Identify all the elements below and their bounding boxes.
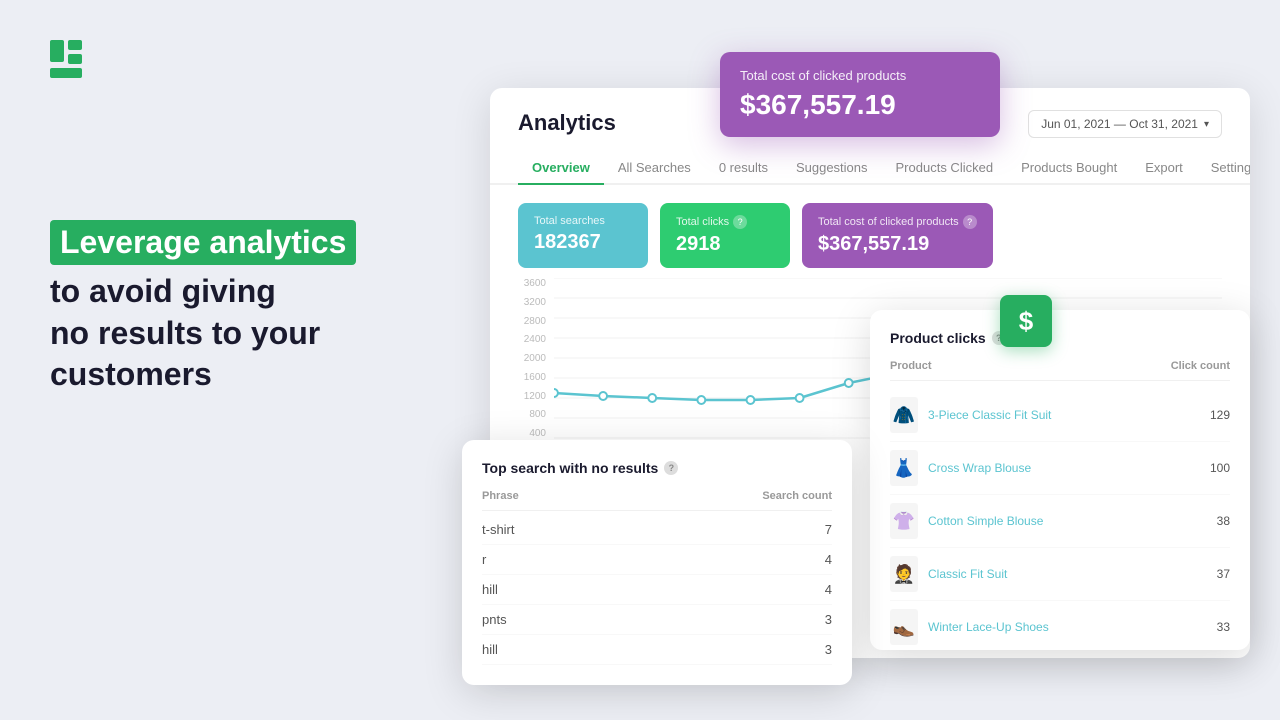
stat-value-clicks: 2918 xyxy=(676,233,774,256)
logo-block-4 xyxy=(50,68,82,78)
tab-products-clicked[interactable]: Products Clicked xyxy=(882,152,1008,185)
product-clicks-table-header: Product Click count xyxy=(890,360,1230,381)
product-count-2: 100 xyxy=(1210,461,1230,475)
tab-products-bought[interactable]: Products Bought xyxy=(1007,152,1131,185)
product-name-5[interactable]: Winter Lace-Up Shoes xyxy=(928,620,1207,634)
product-count-1: 129 xyxy=(1210,408,1230,422)
product-name-4[interactable]: Classic Fit Suit xyxy=(928,567,1207,581)
hero-section: Leverage analytics to avoid giving no re… xyxy=(50,220,430,396)
search-rows: t-shirt 7 r 4 hill 4 pnts 3 hill 3 xyxy=(482,515,832,665)
product-count-3: 38 xyxy=(1217,514,1230,528)
stat-value-searches: 182367 xyxy=(534,231,632,254)
product-img-3: 👚 xyxy=(890,503,918,539)
product-row: 🤵 Classic Fit Suit 37 xyxy=(890,548,1230,601)
product-name-2[interactable]: Cross Wrap Blouse xyxy=(928,461,1200,475)
tab-suggestions[interactable]: Suggestions xyxy=(782,152,882,185)
stat-value-cost: $367,557.19 xyxy=(818,233,977,256)
logo-block-1 xyxy=(50,40,64,62)
logo-block-3 xyxy=(68,54,82,64)
date-picker[interactable]: Jun 01, 2021 — Oct 31, 2021 ▾ xyxy=(1028,110,1222,138)
tab-settings[interactable]: Settings xyxy=(1197,152,1250,185)
product-name-3[interactable]: Cotton Simple Blouse xyxy=(928,514,1207,528)
y-axis: 3600 3200 2800 2400 2000 1600 1200 800 4… xyxy=(518,278,554,458)
stat-label-searches: Total searches xyxy=(534,215,632,227)
search-row: r 4 xyxy=(482,545,832,575)
chevron-down-icon: ▾ xyxy=(1204,119,1209,130)
search-row: hill 3 xyxy=(482,635,832,665)
product-row: 👞 Winter Lace-Up Shoes 33 xyxy=(890,601,1230,650)
product-count-4: 37 xyxy=(1217,567,1230,581)
search-row: pnts 3 xyxy=(482,605,832,635)
tab-0-results[interactable]: 0 results xyxy=(705,152,782,185)
search-table-header: Phrase Search count xyxy=(482,490,832,511)
cost-tooltip-value: $367,557.19 xyxy=(740,89,980,121)
tab-all-searches[interactable]: All Searches xyxy=(604,152,705,185)
search-row: hill 4 xyxy=(482,575,832,605)
dollar-icon: $ xyxy=(1000,295,1052,347)
product-img-5: 👞 xyxy=(890,609,918,645)
tab-export[interactable]: Export xyxy=(1131,152,1197,185)
product-clicks-rows: 🧥 3-Piece Classic Fit Suit 129 👗 Cross W… xyxy=(890,389,1230,650)
stat-cards: Total searches 182367 Total clicks ? 291… xyxy=(490,185,1250,268)
product-row: 👗 Cross Wrap Blouse 100 xyxy=(890,442,1230,495)
product-img-2: 👗 xyxy=(890,450,918,486)
cost-tooltip-label: Total cost of clicked products xyxy=(740,68,980,83)
product-clicks-title: Product clicks ? xyxy=(890,330,1230,346)
tab-overview[interactable]: Overview xyxy=(518,152,604,185)
info-icon-clicks[interactable]: ? xyxy=(733,215,747,229)
nav-tabs: Overview All Searches 0 results Suggesti… xyxy=(490,152,1250,185)
hero-text: to avoid giving no results to your custo… xyxy=(50,271,430,396)
stat-card-clicks: Total clicks ? 2918 xyxy=(660,203,790,268)
hero-highlight: Leverage analytics xyxy=(50,220,356,265)
stat-card-cost: Total cost of clicked products ? $367,55… xyxy=(802,203,993,268)
info-icon-cost[interactable]: ? xyxy=(963,215,977,229)
search-row: t-shirt 7 xyxy=(482,515,832,545)
logo-block-2 xyxy=(68,40,82,50)
product-img-4: 🤵 xyxy=(890,556,918,592)
info-icon-top-searches[interactable]: ? xyxy=(664,461,678,475)
product-name-1[interactable]: 3-Piece Classic Fit Suit xyxy=(928,408,1200,422)
product-img-1: 🧥 xyxy=(890,397,918,433)
product-row: 🧥 3-Piece Classic Fit Suit 129 xyxy=(890,389,1230,442)
product-clicks-panel: Product clicks ? Product Click count 🧥 3… xyxy=(870,310,1250,650)
top-searches-panel: Top search with no results ? Phrase Sear… xyxy=(462,440,852,685)
cost-tooltip: Total cost of clicked products $367,557.… xyxy=(720,52,1000,137)
stat-label-cost: Total cost of clicked products ? xyxy=(818,215,977,229)
app-logo xyxy=(50,40,82,78)
top-searches-title: Top search with no results ? xyxy=(482,460,832,476)
stat-card-searches: Total searches 182367 xyxy=(518,203,648,268)
product-row: 👚 Cotton Simple Blouse 38 xyxy=(890,495,1230,548)
stat-label-clicks: Total clicks ? xyxy=(676,215,774,229)
product-count-5: 33 xyxy=(1217,620,1230,634)
